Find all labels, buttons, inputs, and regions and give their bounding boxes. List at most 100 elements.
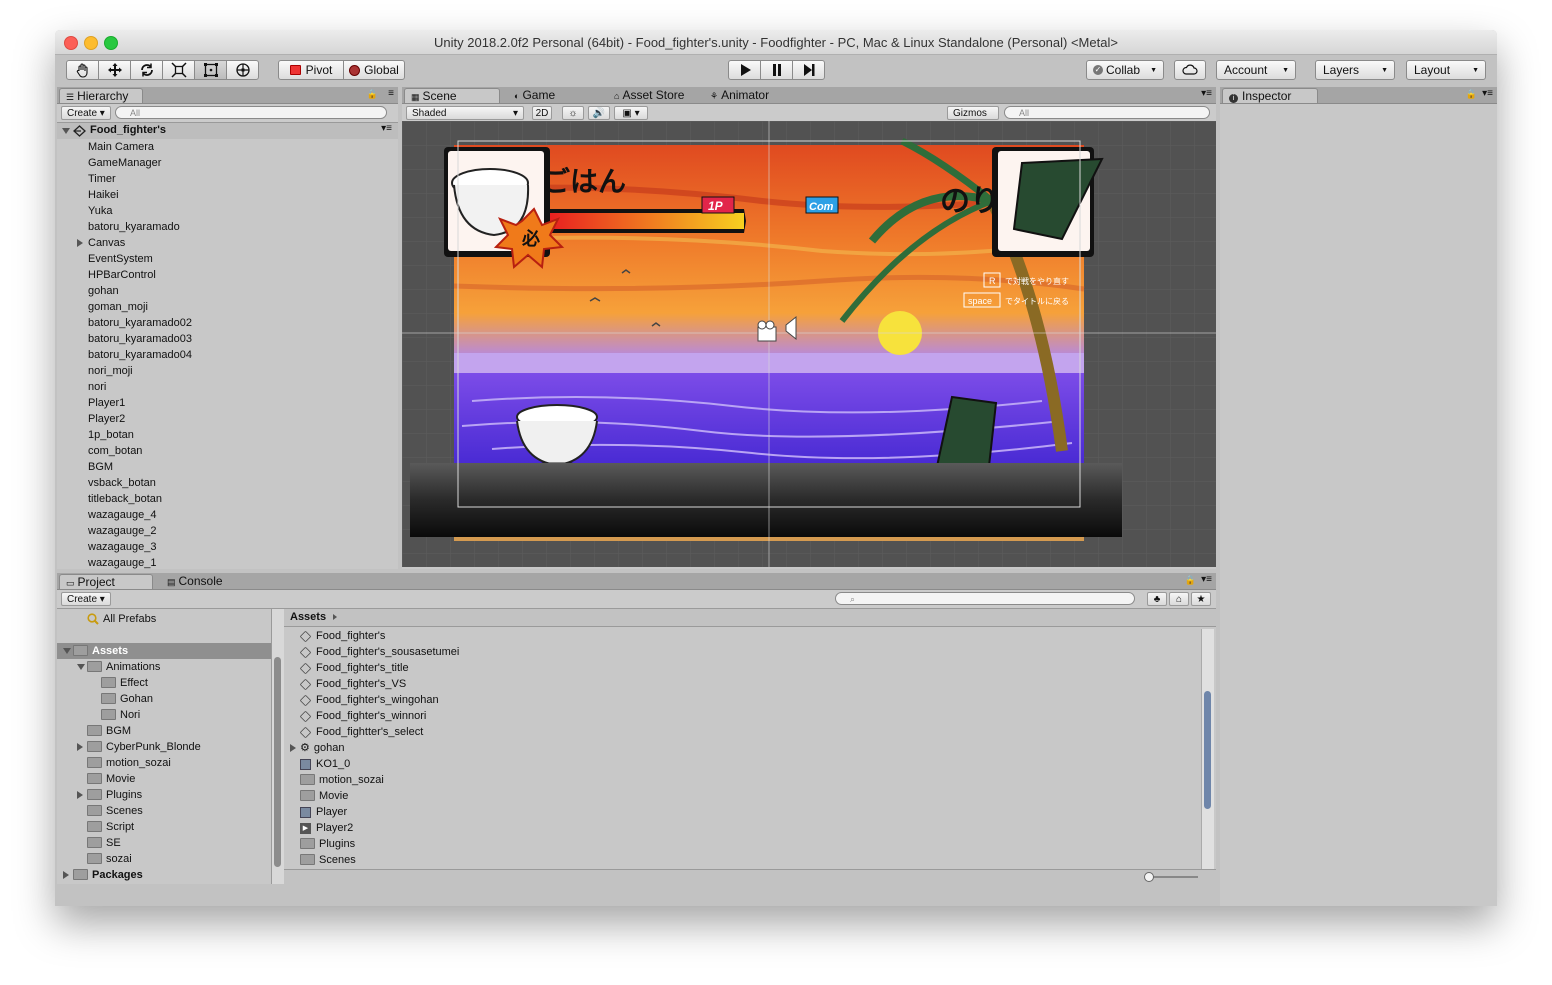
tree-folder-item[interactable]: sozai [77, 851, 132, 867]
cloud-button[interactable] [1174, 60, 1206, 80]
hierarchy-item[interactable]: GameManager [88, 155, 161, 171]
shading-mode-dropdown[interactable]: Shaded ▾ [406, 106, 524, 120]
scene-search-input[interactable]: All [1004, 106, 1210, 119]
rotate-tool-button[interactable] [130, 60, 163, 80]
filter-type-button[interactable]: ♣ [1147, 592, 1167, 606]
asset-item[interactable]: Plugins [290, 836, 355, 852]
audio-toggle[interactable]: 🔊 [588, 106, 610, 120]
hierarchy-item[interactable]: batoru_kyaramado03 [88, 331, 192, 347]
hierarchy-item[interactable]: wazagauge_2 [88, 523, 157, 539]
move-tool-button[interactable] [98, 60, 131, 80]
tree-folder-item[interactable]: Nori [91, 707, 140, 723]
hierarchy-item[interactable]: wazagauge_4 [88, 507, 157, 523]
filter-label-button[interactable]: ⌂ [1169, 592, 1189, 606]
tree-folder-item[interactable]: Animations [77, 659, 160, 675]
mode-2d-toggle[interactable]: 2D [532, 106, 552, 120]
player-frame-right[interactable] [992, 147, 1104, 257]
pivot-toggle[interactable]: Pivot [278, 60, 344, 80]
transform-tool-button[interactable] [226, 60, 259, 80]
hierarchy-item[interactable]: titleback_botan [88, 491, 162, 507]
layout-dropdown[interactable]: Layout ▼ [1406, 60, 1486, 80]
tree-folder-item[interactable]: Script [77, 819, 134, 835]
asset-item[interactable]: Movie [290, 788, 348, 804]
account-dropdown[interactable]: Account ▼ [1216, 60, 1296, 80]
hierarchy-item[interactable]: BGM [88, 459, 113, 475]
hierarchy-item[interactable]: wazagauge_3 [88, 539, 157, 555]
asset-item[interactable]: Food_fighter's [290, 628, 385, 644]
tree-folder-item[interactable]: Plugins [77, 787, 142, 803]
hierarchy-item[interactable]: HPBarControl [88, 267, 156, 283]
all-prefabs-item[interactable]: All Prefabs [87, 611, 156, 627]
tab-hierarchy[interactable]: ☰ Hierarchy [59, 88, 143, 103]
scene-canvas[interactable]: 必 ごはん のり 1P Com R で対戦をやり直す space でタイトルに戻… [402, 121, 1216, 567]
panel-menu-icon[interactable]: ▾≡ [1201, 574, 1212, 585]
asset-scrollbar[interactable] [1201, 629, 1214, 869]
tab-asset-store[interactable]: ⌂ Asset Store [608, 88, 704, 103]
collab-dropdown[interactable]: ✓ Collab ▼ [1086, 60, 1164, 80]
gizmos-dropdown[interactable]: Gizmos ▾ [947, 106, 999, 133]
panel-menu-icon[interactable]: ▾≡ [1201, 88, 1212, 99]
asset-item[interactable]: Player [290, 804, 347, 820]
asset-scrollbar-thumb[interactable] [1204, 691, 1211, 809]
tree-folder-item[interactable]: Gohan [91, 691, 153, 707]
tree-folder-item[interactable]: SE [77, 835, 121, 851]
hierarchy-item[interactable]: wazagauge_1 [88, 555, 157, 571]
hierarchy-item[interactable]: Yuka [88, 203, 112, 219]
asset-item[interactable]: Food_fighter's_wingohan [290, 692, 439, 708]
hierarchy-item[interactable]: Canvas [77, 235, 125, 251]
project-create-dropdown[interactable]: Create ▾ [61, 592, 111, 606]
asset-item[interactable]: KO1_0 [290, 756, 350, 772]
expand-arrow-icon[interactable] [63, 871, 69, 880]
global-toggle[interactable]: Global [343, 60, 405, 80]
project-search-input[interactable]: ⌕ [835, 592, 1135, 605]
hierarchy-item[interactable]: Player1 [88, 395, 125, 411]
hierarchy-item[interactable]: 1p_botan [88, 427, 134, 443]
scale-tool-button[interactable] [162, 60, 195, 80]
lock-icon[interactable]: 🔒 [367, 89, 378, 100]
hierarchy-item[interactable]: goman_moji [88, 299, 148, 315]
tab-project[interactable]: ▭ Project [59, 574, 153, 589]
hierarchy-item[interactable]: vsback_botan [88, 475, 156, 491]
hierarchy-item[interactable]: batoru_kyaramado [88, 219, 180, 235]
tree-folder-item[interactable]: Scenes [77, 803, 143, 819]
tab-game[interactable]: ◐ Game [508, 88, 598, 103]
zoom-slider-knob[interactable] [1144, 872, 1154, 882]
hierarchy-item[interactable]: nori [88, 379, 106, 395]
asset-item[interactable]: Food_fighter's_VS [290, 676, 406, 692]
hand-tool-button[interactable] [66, 60, 99, 80]
expand-arrow-icon[interactable] [62, 128, 70, 134]
create-dropdown[interactable]: Create ▾ [61, 106, 111, 120]
hierarchy-item[interactable]: Main Camera [88, 139, 154, 155]
scene-view[interactable]: 必 ごはん のり 1P Com R で対戦をやり直す space でタイトルに戻… [402, 121, 1216, 567]
hierarchy-item[interactable]: batoru_kyaramado04 [88, 347, 192, 363]
expand-arrow-icon[interactable] [77, 239, 83, 247]
hierarchy-item[interactable]: gohan [88, 283, 119, 299]
asset-item[interactable]: Food_fighter's_winnori [290, 708, 426, 724]
lock-icon[interactable]: 🔒 [1185, 575, 1196, 586]
play-button[interactable] [728, 60, 761, 80]
floor[interactable] [410, 463, 1122, 537]
layers-dropdown[interactable]: Layers ▼ [1315, 60, 1395, 80]
panel-menu-icon[interactable]: ▾≡ [1482, 88, 1493, 99]
tab-scene[interactable]: ▦ Scene [404, 88, 500, 103]
favorites-button[interactable]: ★ [1191, 592, 1211, 606]
lighting-toggle[interactable]: ☼ [562, 106, 584, 120]
hierarchy-item[interactable]: Haikei [88, 187, 119, 203]
lock-icon[interactable]: 🔒 [1466, 89, 1477, 100]
tab-inspector[interactable]: i Inspector [1222, 88, 1318, 103]
expand-arrow-icon[interactable] [77, 791, 83, 800]
breadcrumb-assets[interactable]: Assets [290, 611, 326, 623]
scene-root-row[interactable]: Food_fighter's ▾≡ [57, 123, 398, 139]
collapse-arrow-icon[interactable] [77, 664, 85, 671]
tree-folder-item[interactable]: Effect [91, 675, 148, 691]
tree-folder-item[interactable]: Movie [77, 771, 135, 787]
scene-menu-icon[interactable]: ▾≡ [381, 123, 392, 134]
hierarchy-item[interactable]: Timer [88, 171, 116, 187]
zoom-slider-track[interactable] [1148, 876, 1198, 878]
tree-folder-item[interactable]: BGM [77, 723, 131, 739]
step-button[interactable] [792, 60, 825, 80]
hierarchy-item[interactable]: com_botan [88, 443, 142, 459]
expand-arrow-icon[interactable] [77, 743, 83, 752]
asset-item[interactable]: Food_fighter's_title [290, 660, 409, 676]
pause-button[interactable] [760, 60, 793, 80]
